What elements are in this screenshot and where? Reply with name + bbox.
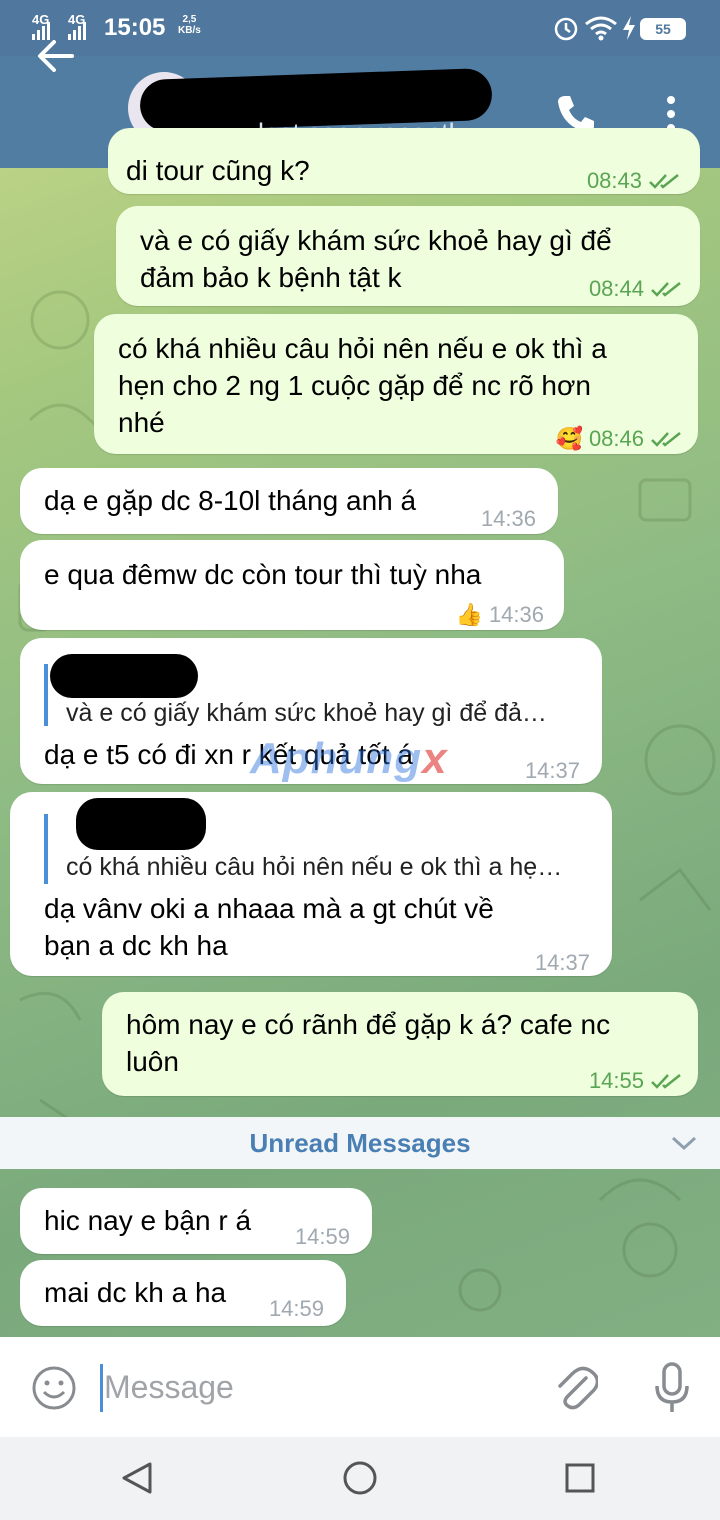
message-time: 14:36 xyxy=(488,602,544,627)
watermark-text-part2: x xyxy=(422,734,448,783)
message-bubble-incoming[interactable]: có khá nhiều câu hỏi nên nếu e ok thì a … xyxy=(10,792,612,976)
message-text: hic nay e bận r á xyxy=(44,1205,252,1236)
message-time: 08:44 xyxy=(588,276,644,301)
status-time: 15:05 xyxy=(104,14,166,41)
message-meta: 14:59 xyxy=(295,1218,350,1255)
message-meta: 14:37 xyxy=(535,944,590,981)
message-text: hôm nay e có rãnh để gặp k á? cafe nc lu… xyxy=(126,1009,611,1077)
attach-icon[interactable] xyxy=(554,1364,598,1412)
chevron-down-icon[interactable] xyxy=(670,1134,698,1152)
message-bubble-outgoing[interactable]: có khá nhiều câu hỏi nên nếu e ok thì a … xyxy=(94,314,698,454)
unread-messages-divider: Unread Messages xyxy=(0,1117,720,1169)
message-text: dạ e gặp dc 8-10l tháng anh á xyxy=(44,485,417,516)
message-text: e qua đêmw dc còn tour thì tuỳ nha xyxy=(44,559,482,590)
message-meta: 14:36 xyxy=(481,500,536,537)
message-meta: 👍 14:36 xyxy=(456,596,544,633)
wifi-icon xyxy=(585,16,617,41)
double-check-icon xyxy=(651,1073,681,1089)
message-meta: 14:37 xyxy=(525,752,580,789)
message-time: 14:37 xyxy=(534,950,590,975)
message-time: 14:37 xyxy=(524,758,580,783)
message-bubble-incoming[interactable]: mai dc kh a ha 14:59 xyxy=(20,1260,346,1326)
reply-quote-text: có khá nhiều câu hỏi nên nếu e ok thì a … xyxy=(66,853,563,881)
message-text: dạ vânv oki a nhaaa mà a gt chút về bạn … xyxy=(44,893,494,961)
double-check-icon xyxy=(651,431,681,447)
message-bubble-incoming[interactable]: hic nay e bận r á 14:59 xyxy=(20,1188,372,1254)
message-meta: 🥰 08:46 xyxy=(556,420,684,457)
message-bubble-outgoing[interactable]: và e có giấy khám sức khoẻ hay gì để đảm… xyxy=(116,206,700,306)
network-speed-unit: KB/s xyxy=(178,25,201,36)
message-meta: 14:59 xyxy=(269,1290,324,1327)
message-input[interactable] xyxy=(104,1362,534,1412)
message-time: 08:43 xyxy=(586,168,642,193)
double-check-icon xyxy=(649,173,679,189)
message-meta: 08:44 xyxy=(589,270,684,307)
message-text: di tour cũng k? xyxy=(126,155,310,186)
message-time: 14:59 xyxy=(294,1224,350,1249)
nav-recent-icon[interactable] xyxy=(564,1462,596,1494)
reaction-emoji[interactable]: 👍 xyxy=(456,596,483,633)
alarm-icon xyxy=(554,17,578,41)
reply-quote[interactable]: và e có giấy khám sức khoẻ hay gì để đả… xyxy=(44,664,584,727)
battery-icon: 55 xyxy=(640,18,686,40)
message-text: mai dc kh a ha xyxy=(44,1277,227,1308)
message-time: 08:46 xyxy=(588,426,644,451)
watermark-text-part1: Aphung xyxy=(250,734,423,783)
text-cursor xyxy=(100,1364,103,1412)
message-bubble-incoming[interactable]: e qua đêmw dc còn tour thì tuỳ nha 👍 14:… xyxy=(20,540,564,630)
status-bar: 4G 4G 15:05 2,5 KB/s 55 xyxy=(0,0,720,56)
message-time: 14:36 xyxy=(480,506,536,531)
message-text: và e có giấy khám sức khoẻ hay gì để đảm… xyxy=(140,225,612,293)
mic-icon[interactable] xyxy=(654,1362,690,1414)
message-bubble-outgoing[interactable]: di tour cũng k? 08:43 xyxy=(108,128,700,194)
watermark-logo: Aphungx xyxy=(250,734,448,784)
message-time: 14:59 xyxy=(268,1296,324,1321)
network-speed-value: 2,5 xyxy=(182,14,197,25)
charging-bolt-icon xyxy=(623,16,635,40)
message-text: có khá nhiều câu hỏi nên nếu e ok thì a … xyxy=(118,333,607,438)
message-time: 14:55 xyxy=(588,1068,644,1093)
network-speed: 2,5 KB/s xyxy=(178,14,201,36)
reply-quote[interactable]: có khá nhiều câu hỏi nên nếu e ok thì a … xyxy=(44,814,604,884)
double-check-icon xyxy=(651,281,681,297)
reaction-emoji[interactable]: 🥰 xyxy=(556,420,583,457)
reply-quote-text: và e có giấy khám sức khoẻ hay gì để đả… xyxy=(66,699,547,727)
message-bubble-incoming[interactable]: dạ e gặp dc 8-10l tháng anh á 14:36 xyxy=(20,468,558,534)
back-arrow-icon[interactable] xyxy=(36,38,76,74)
message-meta: 14:55 xyxy=(589,1062,684,1099)
message-bubble-outgoing[interactable]: hôm nay e có rãnh để gặp k á? cafe nc lu… xyxy=(102,992,698,1096)
nav-back-icon[interactable] xyxy=(120,1460,156,1496)
emoji-icon[interactable] xyxy=(30,1364,78,1412)
message-meta: 08:43 xyxy=(587,162,682,199)
nav-home-icon[interactable] xyxy=(342,1460,378,1496)
